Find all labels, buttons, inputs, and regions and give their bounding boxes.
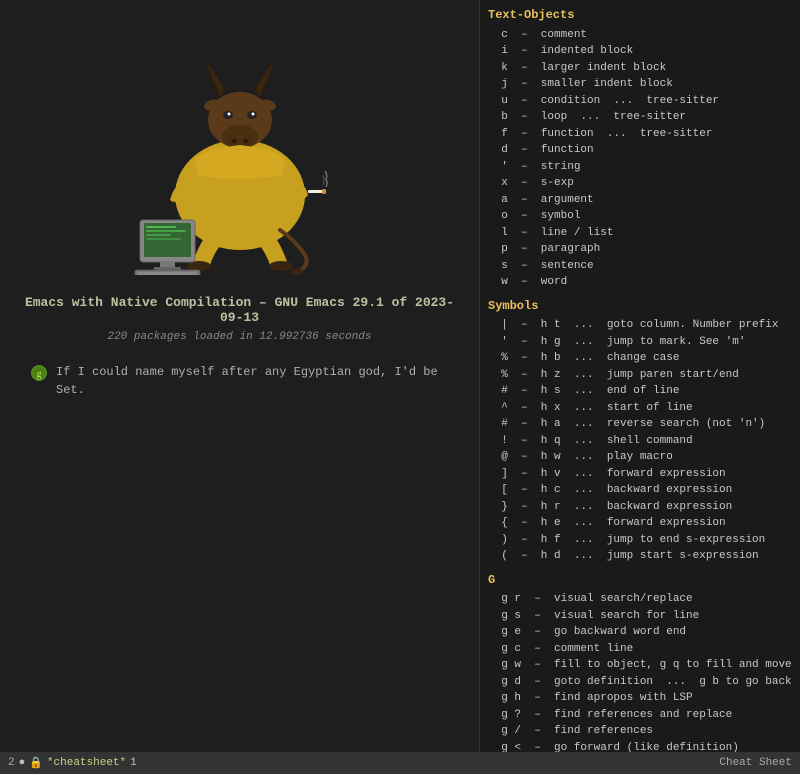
- svg-text:g: g: [37, 369, 42, 380]
- list-item: | – h t ... goto column. Number prefix: [488, 317, 792, 334]
- list-item: f – function ... tree-sitter: [488, 126, 792, 143]
- quote-text: If I could name myself after any Egyptia…: [56, 363, 449, 399]
- right-panel[interactable]: Text-Objects c – comment i – indented bl…: [480, 0, 800, 752]
- main-area: Emacs with Native Compilation – GNU Emac…: [0, 0, 800, 752]
- status-lock-icon: 🔒: [29, 756, 43, 770]
- status-bar: 2 ● 🔒 *cheatsheet* 1 Cheat Sheet: [0, 752, 800, 774]
- list-item: g < – go forward (like definition): [488, 740, 792, 752]
- list-item: # – h s ... end of line: [488, 383, 792, 400]
- list-item: g ? – find references and replace: [488, 707, 792, 724]
- list-item: a – argument: [488, 192, 792, 209]
- list-item: g c – comment line: [488, 641, 792, 658]
- gnu-image: [100, 20, 380, 280]
- status-left: 2 ● 🔒 *cheatsheet* 1: [8, 756, 137, 770]
- list-item: g e – go backward word end: [488, 624, 792, 641]
- symbols-list: | – h t ... goto column. Number prefix '…: [488, 317, 792, 565]
- list-item: g s – visual search for line: [488, 608, 792, 625]
- list-item: p – paragraph: [488, 241, 792, 258]
- gnu-small-icon: g: [30, 364, 48, 382]
- list-item: u – condition ... tree-sitter: [488, 93, 792, 110]
- status-mode: Cheat Sheet: [719, 757, 792, 769]
- app-subtitle: 220 packages loaded in 12.992736 seconds: [107, 331, 371, 343]
- status-line-num: 2: [8, 757, 15, 769]
- list-item: o – symbol: [488, 208, 792, 225]
- text-objects-header: Text-Objects: [488, 6, 792, 25]
- list-item: % – h b ... change case: [488, 350, 792, 367]
- list-item: c – comment: [488, 27, 792, 44]
- status-col: 1: [130, 757, 137, 769]
- list-item: ' – h g ... jump to mark. See 'm': [488, 334, 792, 351]
- g-header: G: [488, 571, 792, 590]
- list-item: x – s-exp: [488, 175, 792, 192]
- list-item: # – h a ... reverse search (not 'n'): [488, 416, 792, 433]
- list-item: @ – h w ... play macro: [488, 449, 792, 466]
- list-item: k – larger indent block: [488, 60, 792, 77]
- left-panel: Emacs with Native Compilation – GNU Emac…: [0, 0, 480, 752]
- g-list: g r – visual search/replace g s – visual…: [488, 591, 792, 752]
- symbols-header: Symbols: [488, 297, 792, 316]
- list-item: d – function: [488, 142, 792, 159]
- status-filename: *cheatsheet*: [47, 757, 126, 769]
- list-item: g / – find references: [488, 723, 792, 740]
- list-item: ' – string: [488, 159, 792, 176]
- list-item: j – smaller indent block: [488, 76, 792, 93]
- list-item: g r – visual search/replace: [488, 591, 792, 608]
- list-item: w – word: [488, 274, 792, 291]
- list-item: l – line / list: [488, 225, 792, 242]
- list-item: } – h r ... backward expression: [488, 499, 792, 516]
- text-objects-list: c – comment i – indented block k – large…: [488, 27, 792, 291]
- list-item: ( – h d ... jump start s-expression: [488, 548, 792, 565]
- status-dot-indicator: ●: [19, 757, 26, 769]
- list-item: i – indented block: [488, 43, 792, 60]
- list-item: ) – h f ... jump to end s-expression: [488, 532, 792, 549]
- list-item: % – h z ... jump paren start/end: [488, 367, 792, 384]
- list-item: ^ – h x ... start of line: [488, 400, 792, 417]
- list-item: g d – goto definition ... g b to go back: [488, 674, 792, 691]
- list-item: g w – fill to object, g q to fill and mo…: [488, 657, 792, 674]
- list-item: g h – find apropos with LSP: [488, 690, 792, 707]
- list-item: [ – h c ... backward expression: [488, 482, 792, 499]
- app-title: Emacs with Native Compilation – GNU Emac…: [20, 295, 459, 325]
- gnu-illustration: [110, 25, 370, 275]
- quote-area: g If I could name myself after any Egypt…: [20, 363, 459, 399]
- list-item: { – h e ... forward expression: [488, 515, 792, 532]
- list-item: b – loop ... tree-sitter: [488, 109, 792, 126]
- list-item: s – sentence: [488, 258, 792, 275]
- list-item: ] – h v ... forward expression: [488, 466, 792, 483]
- list-item: ! – h q ... shell command: [488, 433, 792, 450]
